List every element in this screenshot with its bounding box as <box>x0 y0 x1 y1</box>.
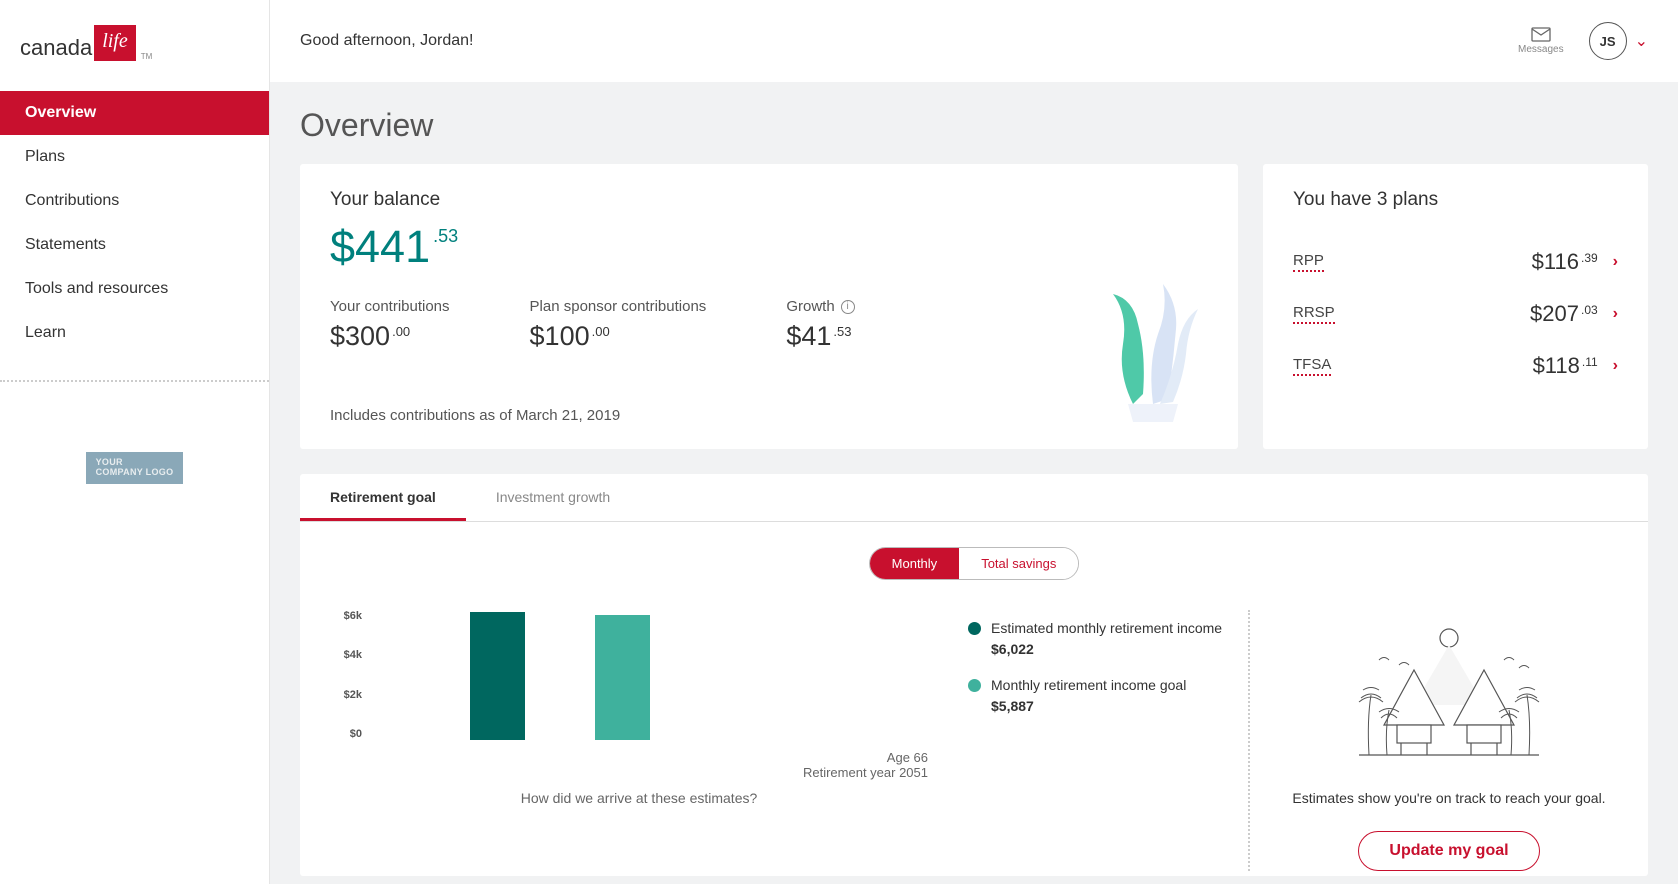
plant-illustration <box>1098 274 1208 429</box>
balance-amount: $441 .53 <box>330 221 1208 273</box>
growth-block: Growth i $41 .53 <box>786 298 854 352</box>
nav-overview[interactable]: Overview <box>0 91 269 135</box>
balance-label: Your balance <box>330 189 1208 211</box>
tab-investment-growth[interactable]: Investment growth <box>466 474 640 521</box>
plan-amount-whole: $116 <box>1532 249 1579 275</box>
legend-goal: Monthly retirement income goal $5,887 <box>968 677 1228 714</box>
messages-label: Messages <box>1518 44 1564 55</box>
your-contributions-label: Your contributions <box>330 298 450 315</box>
user-menu[interactable]: JS ⌄ <box>1589 22 1648 60</box>
nav-plans[interactable]: Plans <box>0 135 269 179</box>
chevron-right-icon: › <box>1613 305 1618 323</box>
chevron-down-icon: ⌄ <box>1635 31 1648 51</box>
nav-separator <box>0 380 269 382</box>
legend-label: Monthly retirement income goal <box>991 677 1186 693</box>
sponsor-contributions-label: Plan sponsor contributions <box>530 298 707 315</box>
main-content: Good afternoon, Jordan! Messages JS ⌄ Ov… <box>270 0 1678 884</box>
plan-amount-cents: .11 <box>1582 355 1598 369</box>
your-contributions-cents: .00 <box>392 324 410 339</box>
your-contributions-whole: $300 <box>330 321 390 352</box>
main-nav: Overview Plans Contributions Statements … <box>0 91 269 355</box>
y-tick: $2k <box>330 689 362 701</box>
plan-amount-whole: $118 <box>1533 353 1580 379</box>
chart-x-line2: Retirement year 2051 <box>330 765 928 780</box>
company-logo-line2: COMPANY LOGO <box>96 468 174 478</box>
chart-x-line1: Age 66 <box>330 750 928 765</box>
y-tick: $6k <box>330 610 362 622</box>
plan-amount-cents: .39 <box>1581 251 1598 265</box>
nav-contributions[interactable]: Contributions <box>0 179 269 223</box>
chart-area: $0 $2k $4k $6k Age 66 <box>300 610 968 871</box>
y-tick: $0 <box>330 728 362 740</box>
nav-learn[interactable]: Learn <box>0 311 269 355</box>
plan-row-rrsp[interactable]: RRSP $207 .03 › <box>1293 288 1618 340</box>
y-tick: $4k <box>330 649 362 661</box>
legend-dot-icon <box>968 622 981 635</box>
chart-x-label: Age 66 Retirement year 2051 <box>330 750 948 780</box>
balance-cents: .53 <box>433 226 458 247</box>
plan-amount-whole: $207 <box>1530 301 1579 327</box>
beach-illustration <box>1349 620 1549 770</box>
company-logo-placeholder: YOUR COMPANY LOGO <box>86 452 184 484</box>
brand-text-1: canada <box>20 35 92 61</box>
sponsor-contributions: Plan sponsor contributions $100 .00 <box>530 298 707 352</box>
toggle-total-savings[interactable]: Total savings <box>959 548 1078 579</box>
legend-dot-icon <box>968 679 981 692</box>
growth-label: Growth <box>786 298 834 315</box>
view-toggle: Monthly Total savings <box>869 547 1080 580</box>
plan-row-rpp[interactable]: RPP $116 .39 › <box>1293 236 1618 288</box>
brand-tm: TM <box>141 52 153 61</box>
sponsor-contributions-whole: $100 <box>530 321 590 352</box>
goal-side-panel: Estimates show you're on track to reach … <box>1248 610 1648 871</box>
greeting-text: Good afternoon, Jordan! <box>300 32 473 50</box>
plan-name: RRSP <box>1293 304 1335 324</box>
chart-y-axis: $0 $2k $4k $6k <box>330 610 370 740</box>
legend-value: $6,022 <box>991 641 1222 657</box>
plans-card: You have 3 plans RPP $116 .39 › RRSP <box>1263 164 1648 449</box>
legend-label: Estimated monthly retirement income <box>991 620 1222 636</box>
chart-bars <box>370 610 650 740</box>
tabs-bar: Retirement goal Investment growth <box>300 474 1648 522</box>
sidebar: canada life TM Overview Plans Contributi… <box>0 0 270 884</box>
balance-card: Your balance $441 .53 Your contributions… <box>300 164 1238 449</box>
chart-legend: Estimated monthly retirement income $6,0… <box>968 610 1248 871</box>
topbar: Good afternoon, Jordan! Messages JS ⌄ <box>270 0 1678 82</box>
chevron-right-icon: › <box>1613 253 1618 271</box>
info-icon[interactable]: i <box>841 300 855 314</box>
contributions-note: Includes contributions as of March 21, 2… <box>330 407 1208 424</box>
legend-value: $5,887 <box>991 698 1186 714</box>
sponsor-contributions-cents: .00 <box>592 324 610 339</box>
page-title: Overview <box>300 107 1648 144</box>
retirement-card: Retirement goal Investment growth Monthl… <box>300 474 1648 876</box>
estimates-link[interactable]: How did we arrive at these estimates? <box>330 790 948 811</box>
brand-logo: canada life TM <box>0 0 269 91</box>
nav-statements[interactable]: Statements <box>0 223 269 267</box>
messages-button[interactable]: Messages <box>1518 27 1564 55</box>
toggle-monthly[interactable]: Monthly <box>870 548 960 579</box>
goal-status-text: Estimates show you're on track to reach … <box>1270 790 1628 806</box>
balance-whole: $441 <box>330 221 430 273</box>
avatar: JS <box>1589 22 1627 60</box>
envelope-icon <box>1531 27 1551 42</box>
plan-row-tfsa[interactable]: TFSA $118 .11 › <box>1293 340 1618 392</box>
your-contributions: Your contributions $300 .00 <box>330 298 450 352</box>
bar-estimated <box>470 612 525 740</box>
plan-name: RPP <box>1293 252 1324 272</box>
legend-estimated: Estimated monthly retirement income $6,0… <box>968 620 1228 657</box>
plan-name: TFSA <box>1293 356 1331 376</box>
plans-title: You have 3 plans <box>1293 189 1618 211</box>
bar-goal <box>595 615 650 740</box>
nav-tools[interactable]: Tools and resources <box>0 267 269 311</box>
growth-whole: $41 <box>786 321 831 352</box>
chevron-right-icon: › <box>1613 357 1618 375</box>
brand-text-2: life <box>94 25 136 61</box>
tab-retirement-goal[interactable]: Retirement goal <box>300 474 466 521</box>
plan-amount-cents: .03 <box>1581 303 1598 317</box>
update-goal-button[interactable]: Update my goal <box>1358 831 1539 871</box>
growth-cents: .53 <box>833 324 851 339</box>
